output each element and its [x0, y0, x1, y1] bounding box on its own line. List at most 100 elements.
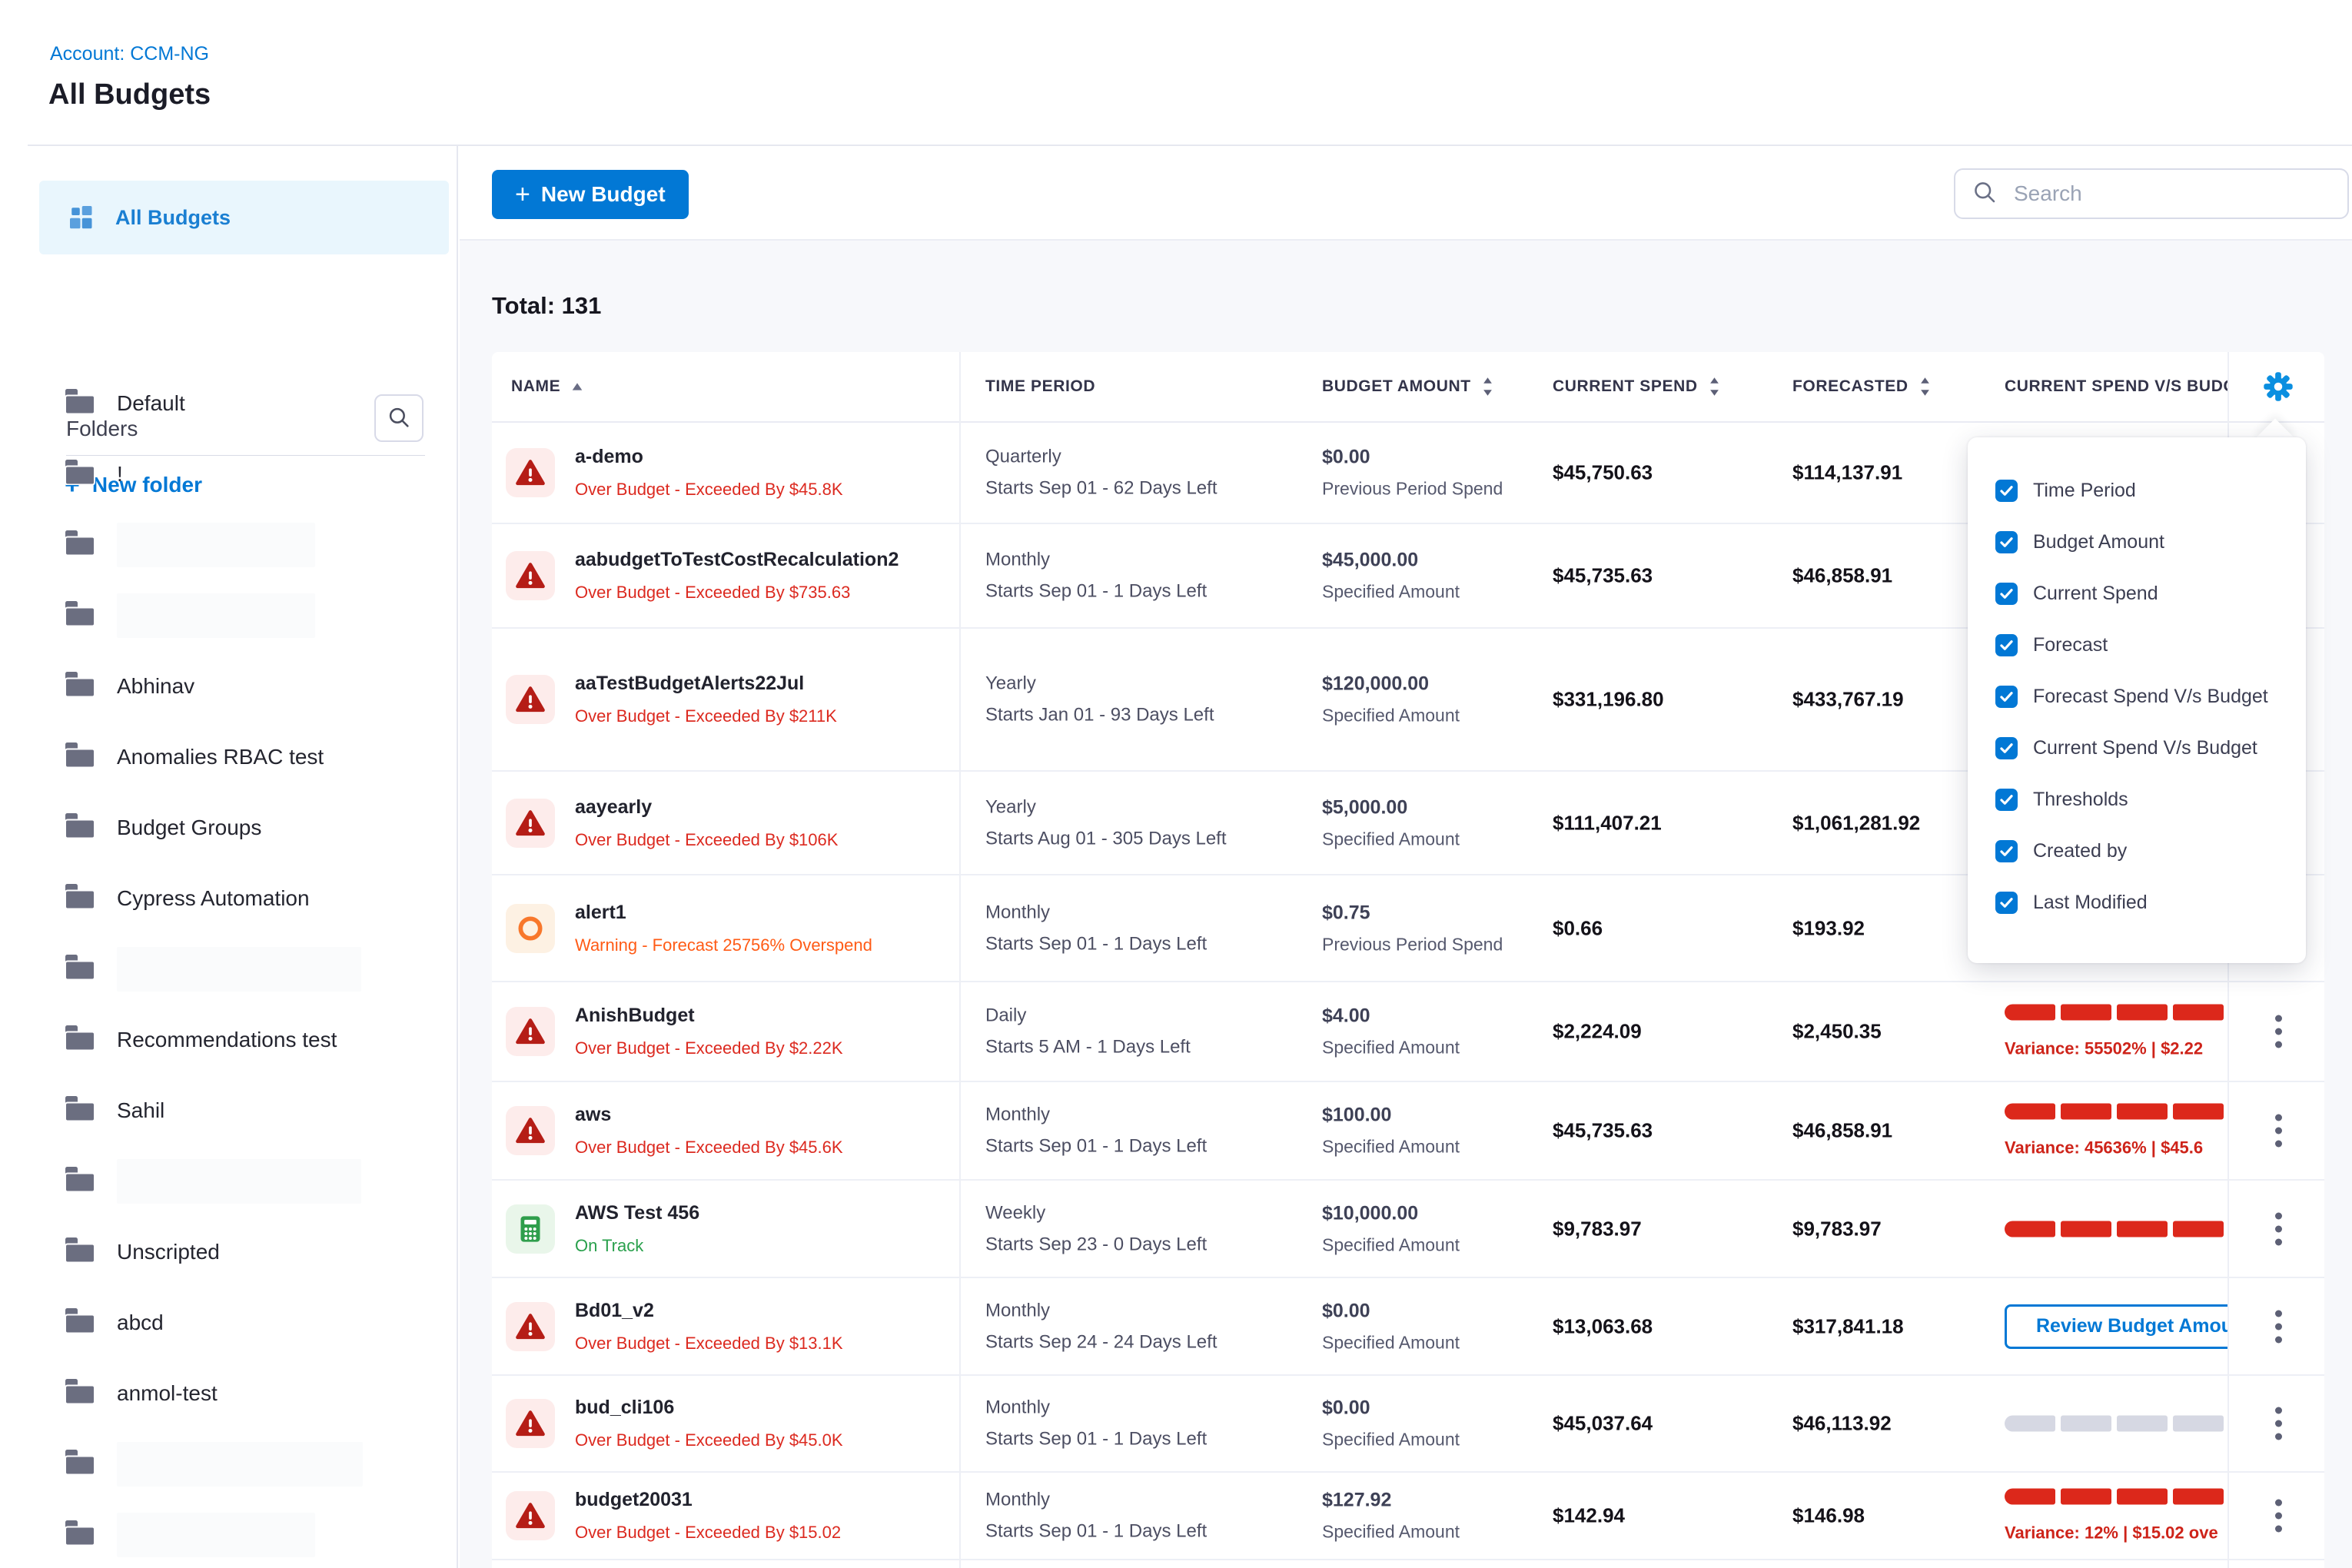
spend-vs-budget-bar [2005, 1416, 2227, 1432]
budget-amount-cell: $5,000.00Specified Amount [1322, 796, 1460, 849]
alert-triangle-icon [506, 1302, 555, 1351]
checkbox-checked-icon[interactable] [1995, 840, 2018, 862]
budget-name: Bd01_v2 [575, 1300, 843, 1322]
checkbox-checked-icon[interactable] [1995, 583, 2018, 605]
folder-item-anmol-test[interactable]: anmol-test [65, 1370, 218, 1417]
budget-name: aabudgetToTestCostRecalculation2 [575, 549, 899, 571]
column-toggle-current-spend[interactable]: Current Spend [1995, 568, 2306, 620]
budget-status: Over Budget - Exceeded By $45.6K [575, 1138, 843, 1158]
folder-item-abcd[interactable]: abcd [65, 1299, 164, 1347]
review-budget-amount-button[interactable]: Review Budget Amount [2005, 1304, 2227, 1349]
folder-name: anmol-test [117, 1381, 218, 1406]
column-header-forecasted[interactable]: FORECASTED [1792, 377, 1931, 397]
current-spend-vs-budget-cell: Variance: 55502% | $2.22 [2005, 1005, 2227, 1059]
folder-item-anomalies-rbac-test[interactable]: Anomalies RBAC test [65, 733, 324, 781]
checkbox-checked-icon[interactable] [1995, 737, 2018, 759]
row-actions-menu-button[interactable] [2255, 1115, 2301, 1148]
forecasted-amount: $433,767.19 [1792, 688, 1904, 712]
folder-icon [65, 1237, 95, 1267]
folder-name: Anomalies RBAC test [117, 745, 324, 769]
period-type: Monthly [985, 1490, 1207, 1511]
sidebar: All Budgets Folders + New folder Default… [0, 146, 458, 1568]
column-toggle-label: Current Spend [2033, 583, 2158, 605]
folder-item-budget-groups[interactable]: Budget Groups [65, 804, 261, 852]
budget-name: AnishBudget [575, 1005, 843, 1027]
folder-item-redacted[interactable] [65, 521, 315, 569]
table-row-aws-test-456[interactable]: AWS Test 456On TrackWeeklyStarts Sep 23 … [492, 1181, 2324, 1278]
checkbox-checked-icon[interactable] [1995, 480, 2018, 502]
budget-amount-type: Specified Amount [1322, 829, 1460, 849]
checkbox-checked-icon[interactable] [1995, 686, 2018, 708]
column-header-current-spend-v-s-budget[interactable]: CURRENT SPEND V/S BUDGET [2005, 377, 2227, 396]
column-toggle-thresholds[interactable]: Thresholds [1995, 774, 2306, 826]
budget-amount: $100.00 [1322, 1105, 1460, 1127]
table-row-bd01-v2[interactable]: Bd01_v2Over Budget - Exceeded By $13.1KM… [492, 1278, 2324, 1376]
folder-item-unscripted[interactable]: Unscripted [65, 1228, 220, 1276]
checkbox-checked-icon[interactable] [1995, 789, 2018, 811]
current-spend: $331,196.80 [1553, 688, 1664, 712]
column-toggle-time-period[interactable]: Time Period [1995, 465, 2306, 517]
folder-item-recommendations-test[interactable]: Recommendations test [65, 1016, 337, 1064]
search-input[interactable] [2012, 181, 2332, 207]
variance-label: Variance: 12% | $15.02 ove [2005, 1523, 2227, 1543]
column-header-time-period[interactable]: TIME PERIOD [985, 377, 1095, 396]
folder-item-abhinav[interactable]: Abhinav [65, 663, 194, 710]
folder-search-button[interactable] [374, 394, 424, 442]
new-budget-button[interactable]: + New Budget [492, 170, 689, 219]
row-actions-menu-button[interactable] [2255, 1407, 2301, 1440]
column-toggle-last-modified[interactable]: Last Modified [1995, 877, 2306, 929]
checkbox-checked-icon[interactable] [1995, 531, 2018, 553]
folder-item-default[interactable]: Default [65, 380, 185, 427]
row-actions-menu-button[interactable] [2255, 1212, 2301, 1245]
folder-item-redacted[interactable] [65, 1511, 315, 1559]
folder-icon [65, 1167, 95, 1196]
row-actions-menu-button[interactable] [2255, 1310, 2301, 1343]
period-detail: Starts Sep 24 - 24 Days Left [985, 1331, 1218, 1353]
column-toggle-created-by[interactable]: Created by [1995, 826, 2306, 877]
column-header-current-spend[interactable]: CURRENT SPEND [1553, 377, 1720, 397]
alert-triangle-icon [506, 448, 555, 497]
budget-amount-type: Specified Amount [1322, 1522, 1460, 1543]
account-breadcrumb-link[interactable]: Account: CCM-NG [50, 43, 209, 65]
folder-icon [65, 955, 95, 984]
column-settings-gear-button[interactable] [2261, 370, 2295, 404]
column-toggle-label: Budget Amount [2033, 531, 2164, 553]
current-spend: $13,063.68 [1553, 1314, 1653, 1338]
budget-name: aayearly [575, 796, 838, 819]
folder-item-redacted[interactable] [65, 1440, 363, 1488]
forecasted-amount: $193.92 [1792, 916, 1865, 940]
table-row-aws[interactable]: awsOver Budget - Exceeded By $45.6KMonth… [492, 1082, 2324, 1181]
column-toggle-budget-amount[interactable]: Budget Amount [1995, 517, 2306, 568]
sort-icon [1482, 377, 1493, 397]
column-header-label: NAME [511, 377, 560, 396]
sidebar-item-all-budgets[interactable]: All Budgets [39, 181, 449, 254]
column-toggle-forecast-spend-v-s-budget[interactable]: Forecast Spend V/s Budget [1995, 671, 2306, 723]
search-icon [1971, 178, 1998, 210]
folder-item--[interactable]: ! [65, 450, 123, 498]
checkbox-checked-icon[interactable] [1995, 892, 2018, 914]
table-row-budget20031[interactable]: budget20031Over Budget - Exceeded By $15… [492, 1473, 2324, 1560]
folder-item-cypress-automation[interactable]: Cypress Automation [65, 875, 310, 922]
budget-name-cell: alert1Warning - Forecast 25756% Overspen… [575, 902, 872, 955]
column-header-name[interactable]: NAME [511, 377, 583, 396]
folder-item-redacted[interactable] [65, 945, 361, 993]
column-header-budget-amount[interactable]: BUDGET AMOUNT [1322, 377, 1493, 397]
row-actions-menu-button[interactable] [2255, 1015, 2301, 1048]
column-toggle-label: Thresholds [2033, 789, 2128, 811]
folder-item-sahil[interactable]: Sahil [65, 1087, 164, 1134]
table-row-bud-cli106[interactable]: bud_cli106Over Budget - Exceeded By $45.… [492, 1376, 2324, 1473]
column-header-label: TIME PERIOD [985, 377, 1095, 396]
folder-item-redacted[interactable] [65, 592, 315, 639]
redacted-folder-name [117, 1513, 315, 1557]
budget-amount-cell: $45,000.00Specified Amount [1322, 550, 1460, 603]
table-row-anishbudget[interactable]: AnishBudgetOver Budget - Exceeded By $2.… [492, 982, 2324, 1082]
budget-amount-cell: $0.00Specified Amount [1322, 1300, 1460, 1353]
period-detail: Starts Jan 01 - 93 Days Left [985, 705, 1214, 726]
column-toggle-current-spend-v-s-budget[interactable]: Current Spend V/s Budget [1995, 723, 2306, 774]
budget-status: Over Budget - Exceeded By $15.02 [575, 1523, 841, 1543]
row-actions-menu-button[interactable] [2255, 1500, 2301, 1533]
folder-item-redacted[interactable] [65, 1158, 361, 1205]
column-toggle-forecast[interactable]: Forecast [1995, 620, 2306, 671]
checkbox-checked-icon[interactable] [1995, 634, 2018, 656]
current-spend-vs-budget-cell [2005, 1221, 2227, 1237]
